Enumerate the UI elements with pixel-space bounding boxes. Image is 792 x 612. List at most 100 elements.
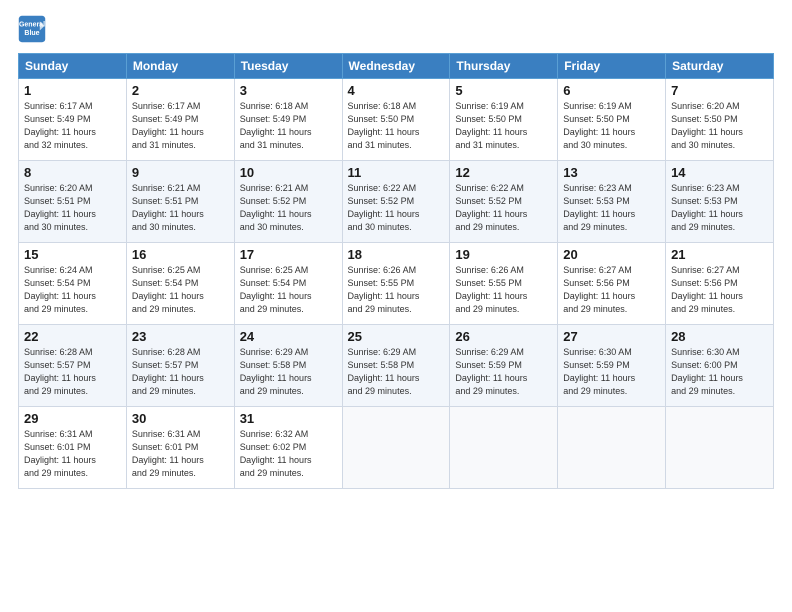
daylight-label: Daylight: 11 hours <box>24 127 96 137</box>
daylight-label: Daylight: 11 hours <box>348 291 420 301</box>
day-info: Sunrise: 6:20 AM Sunset: 5:50 PM Dayligh… <box>671 100 768 152</box>
daylight-minutes: and 29 minutes. <box>24 386 88 396</box>
col-sunday: Sunday <box>19 54 127 79</box>
sunrise-label: Sunrise: 6:17 AM <box>24 101 93 111</box>
day-info: Sunrise: 6:23 AM Sunset: 5:53 PM Dayligh… <box>671 182 768 234</box>
calendar-cell: 22 Sunrise: 6:28 AM Sunset: 5:57 PM Dayl… <box>19 325 127 407</box>
calendar-cell: 8 Sunrise: 6:20 AM Sunset: 5:51 PM Dayli… <box>19 161 127 243</box>
day-number: 14 <box>671 165 768 180</box>
daylight-label: Daylight: 11 hours <box>563 373 635 383</box>
daylight-minutes: and 30 minutes. <box>24 222 88 232</box>
sunrise-label: Sunrise: 6:20 AM <box>671 101 740 111</box>
sunrise-label: Sunrise: 6:29 AM <box>455 347 524 357</box>
day-number: 1 <box>24 83 121 98</box>
daylight-label: Daylight: 11 hours <box>240 455 312 465</box>
daylight-minutes: and 30 minutes. <box>132 222 196 232</box>
calendar-cell: 10 Sunrise: 6:21 AM Sunset: 5:52 PM Dayl… <box>234 161 342 243</box>
sunrise-label: Sunrise: 6:25 AM <box>132 265 201 275</box>
sunset-label: Sunset: 5:52 PM <box>240 196 307 206</box>
calendar-cell <box>558 407 666 489</box>
day-number: 2 <box>132 83 229 98</box>
calendar-cell: 6 Sunrise: 6:19 AM Sunset: 5:50 PM Dayli… <box>558 79 666 161</box>
sunset-label: Sunset: 5:50 PM <box>563 114 630 124</box>
sunset-label: Sunset: 6:01 PM <box>132 442 199 452</box>
page: General Blue Sunday Monday Tuesday Wedne… <box>0 0 792 499</box>
sunrise-label: Sunrise: 6:23 AM <box>671 183 740 193</box>
week-row-4: 29 Sunrise: 6:31 AM Sunset: 6:01 PM Dayl… <box>19 407 774 489</box>
daylight-minutes: and 29 minutes. <box>348 304 412 314</box>
calendar-cell: 25 Sunrise: 6:29 AM Sunset: 5:58 PM Dayl… <box>342 325 450 407</box>
sunset-label: Sunset: 6:00 PM <box>671 360 738 370</box>
day-info: Sunrise: 6:17 AM Sunset: 5:49 PM Dayligh… <box>24 100 121 152</box>
daylight-minutes: and 29 minutes. <box>455 304 519 314</box>
calendar-cell: 28 Sunrise: 6:30 AM Sunset: 6:00 PM Dayl… <box>666 325 774 407</box>
sunset-label: Sunset: 5:56 PM <box>671 278 738 288</box>
logo-icon: General Blue <box>18 15 46 43</box>
daylight-minutes: and 29 minutes. <box>240 468 304 478</box>
day-info: Sunrise: 6:28 AM Sunset: 5:57 PM Dayligh… <box>24 346 121 398</box>
daylight-label: Daylight: 11 hours <box>132 127 204 137</box>
day-info: Sunrise: 6:32 AM Sunset: 6:02 PM Dayligh… <box>240 428 337 480</box>
sunrise-label: Sunrise: 6:31 AM <box>132 429 201 439</box>
day-info: Sunrise: 6:30 AM Sunset: 6:00 PM Dayligh… <box>671 346 768 398</box>
day-info: Sunrise: 6:30 AM Sunset: 5:59 PM Dayligh… <box>563 346 660 398</box>
day-info: Sunrise: 6:19 AM Sunset: 5:50 PM Dayligh… <box>455 100 552 152</box>
daylight-label: Daylight: 11 hours <box>671 209 743 219</box>
day-number: 31 <box>240 411 337 426</box>
sunset-label: Sunset: 5:56 PM <box>563 278 630 288</box>
calendar-cell: 27 Sunrise: 6:30 AM Sunset: 5:59 PM Dayl… <box>558 325 666 407</box>
day-info: Sunrise: 6:26 AM Sunset: 5:55 PM Dayligh… <box>455 264 552 316</box>
daylight-minutes: and 29 minutes. <box>455 222 519 232</box>
daylight-minutes: and 29 minutes. <box>563 222 627 232</box>
header: General Blue <box>18 15 774 43</box>
sunrise-label: Sunrise: 6:24 AM <box>24 265 93 275</box>
calendar-cell: 16 Sunrise: 6:25 AM Sunset: 5:54 PM Dayl… <box>126 243 234 325</box>
sunset-label: Sunset: 5:51 PM <box>24 196 91 206</box>
calendar-cell: 17 Sunrise: 6:25 AM Sunset: 5:54 PM Dayl… <box>234 243 342 325</box>
day-info: Sunrise: 6:19 AM Sunset: 5:50 PM Dayligh… <box>563 100 660 152</box>
sunset-label: Sunset: 5:52 PM <box>455 196 522 206</box>
logo: General Blue <box>18 15 50 43</box>
day-number: 9 <box>132 165 229 180</box>
day-info: Sunrise: 6:21 AM Sunset: 5:52 PM Dayligh… <box>240 182 337 234</box>
day-number: 30 <box>132 411 229 426</box>
daylight-label: Daylight: 11 hours <box>455 209 527 219</box>
calendar-cell: 26 Sunrise: 6:29 AM Sunset: 5:59 PM Dayl… <box>450 325 558 407</box>
calendar-cell <box>342 407 450 489</box>
col-saturday: Saturday <box>666 54 774 79</box>
day-info: Sunrise: 6:31 AM Sunset: 6:01 PM Dayligh… <box>24 428 121 480</box>
calendar-cell: 3 Sunrise: 6:18 AM Sunset: 5:49 PM Dayli… <box>234 79 342 161</box>
calendar-cell: 15 Sunrise: 6:24 AM Sunset: 5:54 PM Dayl… <box>19 243 127 325</box>
day-number: 22 <box>24 329 121 344</box>
sunrise-label: Sunrise: 6:29 AM <box>348 347 417 357</box>
col-friday: Friday <box>558 54 666 79</box>
day-number: 21 <box>671 247 768 262</box>
day-info: Sunrise: 6:27 AM Sunset: 5:56 PM Dayligh… <box>563 264 660 316</box>
daylight-minutes: and 30 minutes. <box>563 140 627 150</box>
day-number: 28 <box>671 329 768 344</box>
sunset-label: Sunset: 5:59 PM <box>563 360 630 370</box>
day-info: Sunrise: 6:29 AM Sunset: 5:58 PM Dayligh… <box>240 346 337 398</box>
calendar-cell <box>450 407 558 489</box>
sunrise-label: Sunrise: 6:18 AM <box>240 101 309 111</box>
day-number: 11 <box>348 165 445 180</box>
daylight-label: Daylight: 11 hours <box>240 291 312 301</box>
calendar-cell: 14 Sunrise: 6:23 AM Sunset: 5:53 PM Dayl… <box>666 161 774 243</box>
day-number: 26 <box>455 329 552 344</box>
sunset-label: Sunset: 5:57 PM <box>132 360 199 370</box>
day-number: 19 <box>455 247 552 262</box>
daylight-minutes: and 29 minutes. <box>132 386 196 396</box>
daylight-label: Daylight: 11 hours <box>24 291 96 301</box>
daylight-label: Daylight: 11 hours <box>455 291 527 301</box>
daylight-minutes: and 29 minutes. <box>671 386 735 396</box>
sunrise-label: Sunrise: 6:19 AM <box>455 101 524 111</box>
daylight-minutes: and 29 minutes. <box>24 468 88 478</box>
sunrise-label: Sunrise: 6:22 AM <box>348 183 417 193</box>
sunrise-label: Sunrise: 6:26 AM <box>455 265 524 275</box>
calendar-cell: 24 Sunrise: 6:29 AM Sunset: 5:58 PM Dayl… <box>234 325 342 407</box>
day-number: 5 <box>455 83 552 98</box>
daylight-label: Daylight: 11 hours <box>671 127 743 137</box>
daylight-minutes: and 29 minutes. <box>132 304 196 314</box>
day-number: 4 <box>348 83 445 98</box>
daylight-minutes: and 31 minutes. <box>240 140 304 150</box>
